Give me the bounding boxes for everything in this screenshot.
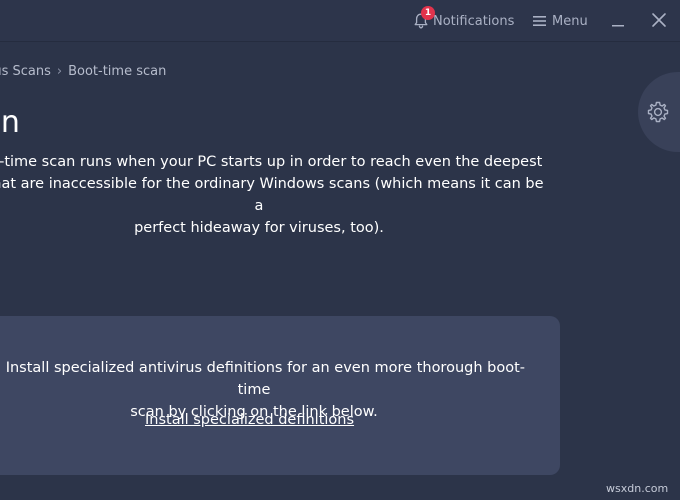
description-line: s that are inaccessible for the ordinary… bbox=[0, 176, 544, 214]
close-icon bbox=[652, 13, 666, 27]
install-definitions-link[interactable]: Install specialized definitions bbox=[145, 410, 354, 430]
page-description: oot-time scan runs when your PC starts u… bbox=[0, 151, 546, 239]
menu-label: Menu bbox=[552, 13, 588, 29]
minimize-icon bbox=[612, 25, 624, 27]
breadcrumb: rus Scans › Boot-time scan bbox=[0, 62, 166, 80]
notifications-button[interactable]: 1 Notifications bbox=[413, 6, 515, 32]
breadcrumb-separator: › bbox=[56, 63, 63, 79]
notifications-label: Notifications bbox=[433, 13, 515, 29]
close-button[interactable] bbox=[650, 11, 668, 29]
hamburger-icon bbox=[533, 12, 546, 31]
settings-button[interactable] bbox=[638, 72, 680, 152]
gear-icon bbox=[647, 101, 669, 123]
breadcrumb-item-virus-scans[interactable]: rus Scans bbox=[0, 64, 51, 79]
watermark: wsxdn.com bbox=[606, 482, 669, 495]
notification-badge: 1 bbox=[421, 6, 435, 20]
description-line: oot-time scan runs when your PC starts u… bbox=[0, 154, 543, 170]
app-window: 1 Notifications Menu s Scans › Boot-time… bbox=[0, 0, 680, 500]
bell-icon: 1 bbox=[413, 6, 435, 30]
breadcrumb-item-current: Boot-time scan bbox=[68, 63, 167, 79]
title-bar: 1 Notifications Menu bbox=[0, 0, 680, 42]
page-title: can bbox=[0, 105, 20, 140]
menu-button[interactable]: Menu bbox=[533, 10, 588, 32]
tip-line: ip: Install specialized antivirus defini… bbox=[0, 360, 526, 398]
description-line: perfect hideaway for viruses, too). bbox=[134, 220, 384, 236]
minimize-button[interactable] bbox=[609, 12, 627, 30]
tip-card: ip: Install specialized antivirus defini… bbox=[0, 316, 560, 475]
